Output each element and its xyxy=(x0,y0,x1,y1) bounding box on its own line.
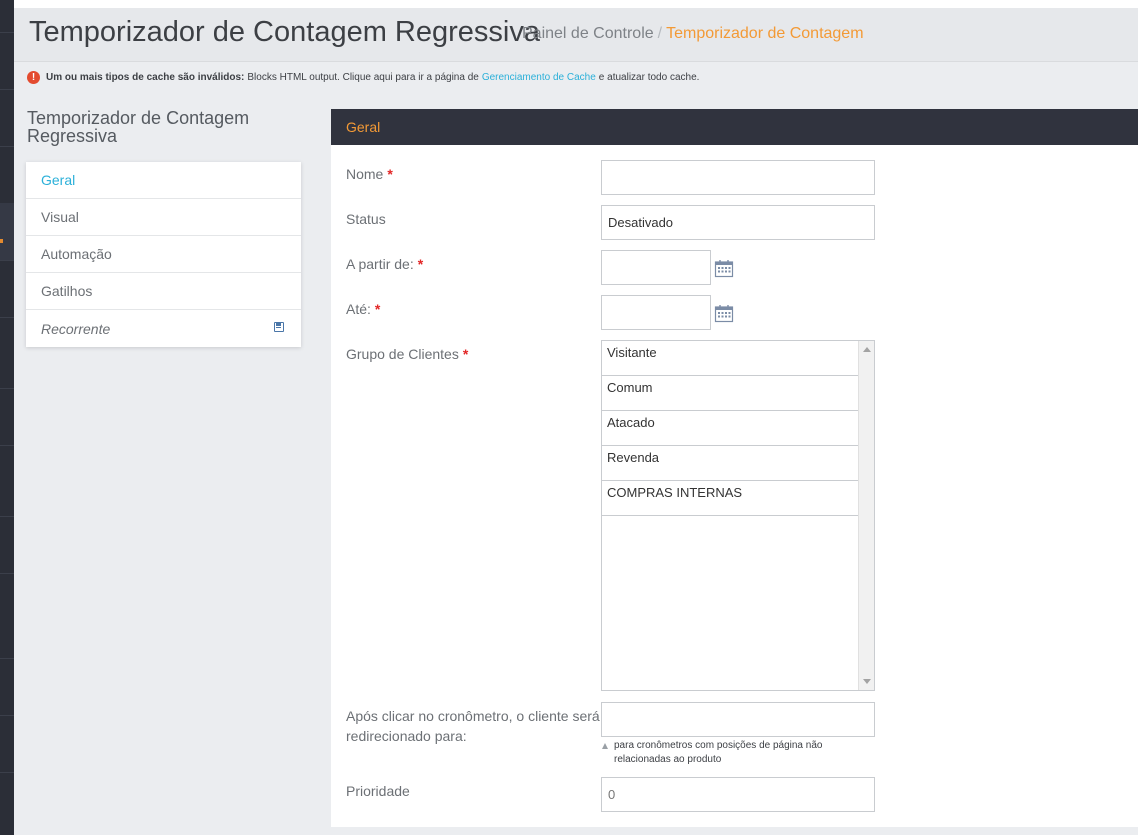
breadcrumb: Painel de Controle / Temporizador de Conta… xyxy=(522,25,864,43)
to-date-input[interactable] xyxy=(601,295,711,330)
menu-divider xyxy=(0,89,14,90)
redirect-url-input[interactable] xyxy=(601,702,875,737)
status-label: Status xyxy=(346,211,386,227)
group-option-compras-internas[interactable]: COMPRAS INTERNAS xyxy=(602,481,859,516)
status-select[interactable]: Desativado xyxy=(601,205,875,240)
customer-group-multiselect[interactable]: Visitante Comum Atacado Revenda COMPRAS … xyxy=(601,340,875,691)
menu-divider xyxy=(0,146,14,147)
section-title: Geral xyxy=(346,119,381,135)
tab-recorrente[interactable]: Recorrente xyxy=(26,310,301,347)
menu-divider xyxy=(0,317,14,318)
required-marker: * xyxy=(374,301,381,317)
sidebar-tabs: Geral Visual Automação Gatilhos Recorren… xyxy=(26,162,301,347)
menu-active-indicator xyxy=(0,239,3,243)
name-input[interactable] xyxy=(601,160,875,195)
from-date-label: A partir de: * xyxy=(346,256,423,272)
required-marker: * xyxy=(462,346,469,362)
tab-label: Geral xyxy=(41,172,76,188)
to-date-label: Até: * xyxy=(346,301,380,317)
menu-divider xyxy=(0,32,14,33)
from-label-text: A partir de: xyxy=(346,256,414,272)
priority-input[interactable]: 0 xyxy=(601,777,875,812)
menu-item-active[interactable] xyxy=(0,203,14,260)
menu-divider xyxy=(0,516,14,517)
redirect-note: para cronômetros com posições de página … xyxy=(601,739,861,767)
calendar-icon[interactable] xyxy=(714,304,734,323)
group-option-comum[interactable]: Comum xyxy=(602,376,859,411)
alert-bold-text: Um ou mais tipos de cache são inválidos: xyxy=(46,72,245,83)
customer-group-label: Grupo de Clientes * xyxy=(346,346,468,362)
scroll-up-arrow-icon[interactable] xyxy=(863,347,871,352)
to-label-text: Até: xyxy=(346,301,371,317)
top-strip xyxy=(14,0,1138,8)
cache-management-link[interactable]: Gerenciamento de Cache xyxy=(482,72,596,83)
group-label-text: Grupo de Clientes xyxy=(346,346,459,362)
admin-menu-bar xyxy=(0,0,14,835)
menu-divider xyxy=(0,573,14,574)
required-marker: * xyxy=(417,256,424,272)
note-triangle-icon xyxy=(602,743,608,749)
scroll-down-arrow-icon[interactable] xyxy=(863,679,871,684)
breadcrumb-current: Temporizador de Contagem xyxy=(666,25,864,42)
list-scrollbar[interactable] xyxy=(858,341,874,690)
page-title: Temporizador de Contagem Regressiva xyxy=(29,16,540,48)
cache-alert: ! Um ou mais tipos de cache são inválido… xyxy=(27,71,699,84)
menu-divider xyxy=(0,772,14,773)
breadcrumb-home-link[interactable]: Painel de Controle xyxy=(522,25,654,42)
page-header: Temporizador de Contagem Regressiva Pain… xyxy=(14,8,1138,62)
name-label: Nome * xyxy=(346,166,393,182)
menu-divider xyxy=(0,445,14,446)
tab-label: Recorrente xyxy=(41,320,111,337)
tab-automacao[interactable]: Automação xyxy=(26,236,301,273)
redirect-label: Após clicar no cronômetro, o cliente ser… xyxy=(346,708,600,744)
from-date-input[interactable] xyxy=(601,250,711,285)
calendar-icon[interactable] xyxy=(714,259,734,278)
breadcrumb-separator: / xyxy=(657,25,663,42)
tab-visual[interactable]: Visual xyxy=(26,199,301,236)
name-label-text: Nome xyxy=(346,166,384,182)
tab-geral[interactable]: Geral xyxy=(26,162,301,199)
menu-divider xyxy=(0,658,14,659)
menu-divider xyxy=(0,388,14,389)
alert-text-after: e atualizar todo cache. xyxy=(598,72,700,83)
save-icon xyxy=(274,322,284,332)
alert-text: Blocks HTML output. Clique aqui para ir … xyxy=(247,72,479,83)
tab-label: Gatilhos xyxy=(41,283,93,299)
tab-label: Automação xyxy=(41,246,112,262)
priority-label: Prioridade xyxy=(346,783,410,799)
group-option-revenda[interactable]: Revenda xyxy=(602,446,859,481)
group-option-atacado[interactable]: Atacado xyxy=(602,411,859,446)
exclamation-circle-icon: ! xyxy=(27,71,40,84)
required-marker: * xyxy=(387,166,393,182)
tab-gatilhos[interactable]: Gatilhos xyxy=(26,273,301,310)
menu-divider xyxy=(0,260,14,261)
tab-label: Visual xyxy=(41,209,79,225)
redirect-note-text: para cronômetros com posições de página … xyxy=(614,740,823,765)
sidebar-title: Temporizador de Contagem Regressiva xyxy=(27,108,250,146)
section-header: Geral xyxy=(331,109,1138,145)
group-option-visitante[interactable]: Visitante xyxy=(602,341,859,376)
menu-divider xyxy=(0,715,14,716)
